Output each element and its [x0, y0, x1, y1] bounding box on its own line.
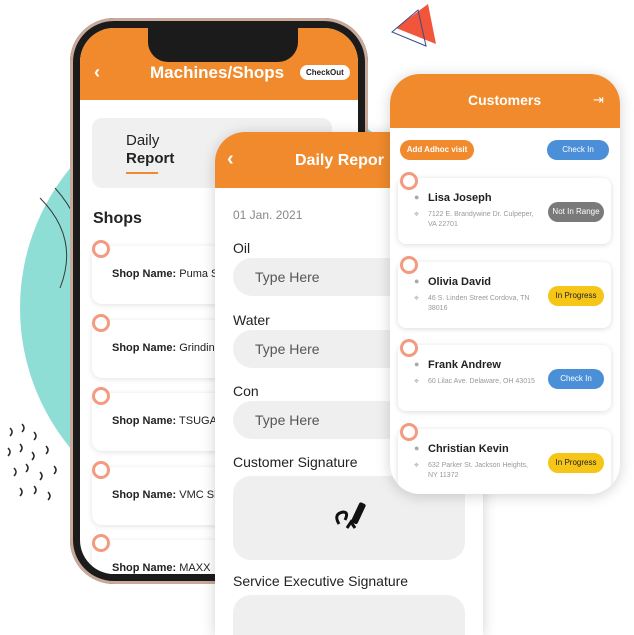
report-date: 01 Jan. 2021: [233, 208, 303, 222]
chevron-left-icon[interactable]: ‹: [227, 148, 234, 171]
triangle-decor-icon: [391, 4, 436, 47]
shop-name: Shop Name: VMC Sho: [112, 489, 226, 501]
add-adhoc-visit-button[interactable]: Add Adhoc visit: [400, 140, 474, 160]
con-label: Con: [233, 383, 259, 399]
shop-radio[interactable]: [92, 387, 110, 405]
shop-radio[interactable]: [92, 313, 110, 332]
customer-name: Olivia David: [428, 275, 491, 288]
shop-name: Shop Name: MAXX: [112, 562, 210, 574]
shop-radio[interactable]: [92, 240, 110, 258]
squiggle-decor-icon: [7, 423, 57, 501]
shop-name: Shop Name: Puma Sh: [112, 268, 225, 280]
shop-name-value: MAXX: [179, 562, 211, 574]
person-icon: ●: [414, 275, 420, 286]
person-icon: ●: [414, 192, 420, 202]
status-badge[interactable]: In Progress: [548, 285, 604, 306]
shop-name-prefix: Shop Name:: [112, 268, 177, 280]
shop-name-prefix: Shop Name:: [112, 415, 177, 427]
customer-signature-label: Customer Signature: [233, 454, 358, 470]
chevron-left-icon[interactable]: ‹: [94, 62, 100, 83]
service-signature-label: Service Executive Signature: [233, 573, 409, 589]
service-signature-pad[interactable]: [233, 595, 465, 635]
customer-radio[interactable]: [400, 172, 418, 190]
shop-name-prefix: Shop Name:: [112, 562, 177, 574]
customer-card[interactable]: ● ⌖ Christian Kevin 632 Parker St. Jackson …: [398, 422, 611, 494]
customer-radio[interactable]: [400, 422, 418, 441]
customer-card[interactable]: ● ⌖ Lisa Joseph 7122 E. Brandywine Dr. Culp…: [398, 172, 611, 244]
pen-signature-icon: [335, 502, 366, 529]
shop-name-prefix: Shop Name:: [112, 341, 177, 354]
tab-daily-label: Daily: [126, 132, 160, 149]
customer-name: Frank Andrew: [428, 359, 501, 371]
oil-label: Oil: [233, 240, 251, 256]
shop-radio[interactable]: [92, 460, 110, 479]
status-badge[interactable]: Check In: [548, 369, 604, 389]
shop-name: Shop Name: TSUGAM: [112, 415, 226, 427]
location-icon: ⌖: [414, 292, 420, 303]
shop-name-prefix: Shop Name:: [112, 488, 177, 501]
customer-address: 46 S. Linden Street Cordova, TN 38016: [428, 294, 530, 312]
customer-radio[interactable]: [400, 255, 418, 274]
logout-icon[interactable]: ⇥: [593, 92, 604, 108]
customers-panel: Customers ⇥ Add Adhoc visit Check In ● ⌖ L…: [390, 74, 620, 494]
person-icon: ●: [414, 359, 420, 369]
page-title: Machines/Shops: [150, 63, 285, 82]
location-icon: ⌖: [414, 376, 420, 386]
customers-title: Customers: [468, 92, 542, 108]
shop-radio[interactable]: [92, 534, 110, 552]
customer-radio[interactable]: [400, 339, 418, 357]
location-icon: ⌖: [414, 209, 420, 219]
person-icon: ●: [414, 442, 420, 453]
location-icon: ⌖: [414, 459, 420, 470]
customer-name: Christian Kevin: [428, 442, 509, 455]
customer-address: 7122 E. Brandywine Dr. Culpeper, VA 2270…: [428, 211, 534, 228]
tab-report-label: Report: [126, 150, 175, 167]
shops-heading: Shops: [93, 210, 142, 227]
shop-name: Shop Name: Grinding: [112, 342, 221, 354]
customer-card[interactable]: ● ⌖ Olivia David 46 S. Linden Street Cordov…: [398, 255, 611, 328]
status-badge[interactable]: In Progress: [548, 452, 604, 473]
status-badge[interactable]: Not In Range: [548, 202, 604, 222]
check-in-button[interactable]: Check In: [547, 140, 609, 160]
customer-address: 632 Parker St. Jackson Heights, NY 11372: [428, 461, 528, 479]
daily-report-title: Daily Repor: [295, 152, 384, 169]
customer-name: Lisa Joseph: [428, 192, 492, 204]
customer-card[interactable]: ● ⌖ Frank Andrew 60 Lilac Ave. Delaware, OH…: [398, 339, 611, 411]
checkout-button[interactable]: CheckOut: [300, 65, 350, 80]
phone-notch: [148, 28, 298, 62]
customer-address: 60 Lilac Ave. Delaware, OH 43015: [428, 378, 535, 385]
tab-underline: [126, 172, 158, 174]
water-label: Water: [233, 312, 270, 328]
